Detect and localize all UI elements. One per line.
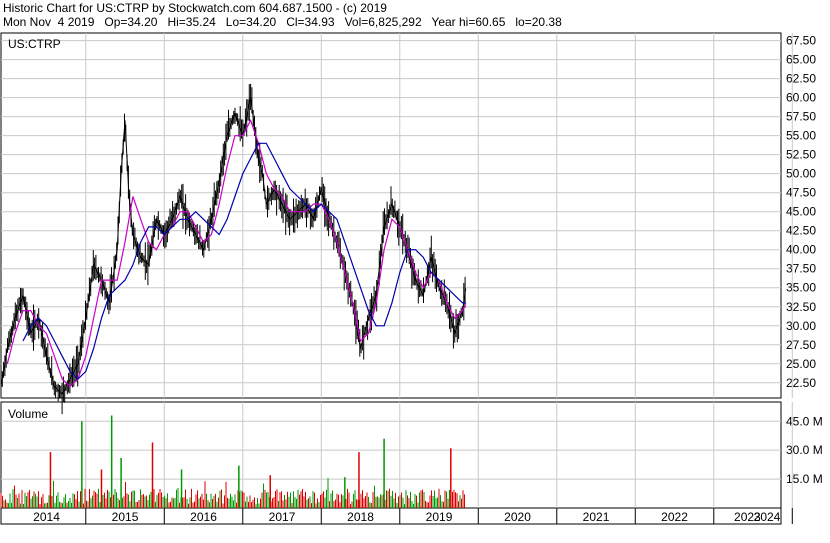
price-y-tick-label: 25.00 <box>786 357 816 371</box>
x-axis-year-label: 2015 <box>112 510 139 524</box>
x-axis-year-label: 2022 <box>661 510 688 524</box>
price-y-tick-label: 65.00 <box>786 53 816 67</box>
x-axis-year-label: 2024 <box>754 510 781 524</box>
price-y-tick-label: 30.00 <box>786 319 816 333</box>
volume-panel-frame <box>0 401 782 509</box>
price-y-tick-label: 35.00 <box>786 281 816 295</box>
price-y-tick-label: 37.50 <box>786 262 816 276</box>
x-axis-year-label: 2018 <box>347 510 374 524</box>
price-y-tick-label: 52.50 <box>786 148 816 162</box>
volume-y-tick-label: 45.0 M <box>786 414 823 428</box>
price-y-tick-label: 47.50 <box>786 186 816 200</box>
price-y-tick-label: 45.00 <box>786 205 816 219</box>
price-y-tick-label: 22.50 <box>786 376 816 390</box>
price-y-tick-label: 27.50 <box>786 338 816 352</box>
x-axis-year-label: 2016 <box>190 510 217 524</box>
price-y-tick-label: 60.00 <box>786 91 816 105</box>
volume-y-tick-label: 30.0 M <box>786 443 823 457</box>
price-y-tick-label: 40.00 <box>786 243 816 257</box>
price-y-tick-label: 67.50 <box>786 34 816 48</box>
price-y-tick-label: 32.50 <box>786 300 816 314</box>
price-panel-title: US:CTRP <box>8 37 61 51</box>
x-axis-year-label: 2014 <box>33 510 60 524</box>
x-axis-year-label: 2019 <box>426 510 453 524</box>
price-y-tick-label: 50.00 <box>786 167 816 181</box>
stock-chart: 67.50 65.00 62.50 60.00 57.50 55.00 52.50 50.00… <box>0 32 823 525</box>
volume-y-tick-label: 15.0 M <box>786 472 823 486</box>
x-axis-year-label: 2021 <box>583 510 610 524</box>
price-y-tick-label: 57.50 <box>786 110 816 124</box>
price-y-tick-label: 55.00 <box>786 129 816 143</box>
price-panel-frame <box>0 32 782 399</box>
chart-header-title: Historic Chart for US:CTRP by Stockwatch… <box>3 1 387 15</box>
price-y-tick-label: 62.50 <box>786 72 816 86</box>
volume-panel-title: Volume <box>8 407 48 421</box>
x-axis-year-label: 2017 <box>269 510 296 524</box>
chart-header-quote: Mon Nov 4 2019 Op=34.20 Hi=35.24 Lo=34.2… <box>3 15 562 29</box>
price-y-tick-label: 42.50 <box>786 224 816 238</box>
x-axis-year-label: 2020 <box>504 510 531 524</box>
